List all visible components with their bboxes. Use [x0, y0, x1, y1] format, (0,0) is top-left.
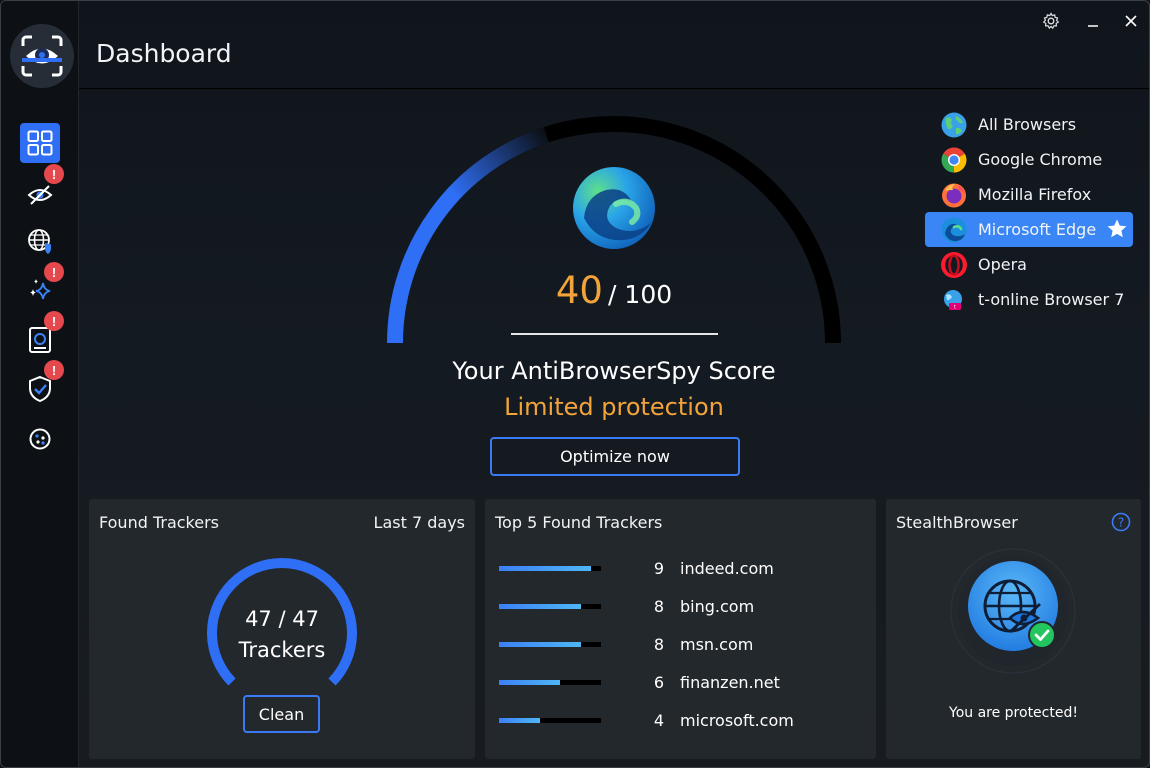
tracker-row: 8 msn.com: [499, 635, 859, 655]
tracker-domain: indeed.com: [680, 559, 774, 578]
period-label: Last 7 days: [373, 513, 465, 532]
score-value: 40: [555, 269, 603, 312]
check-circle-icon: [1028, 621, 1056, 649]
stealth-browser-card: StealthBrowser ? You are protected!: [886, 499, 1141, 759]
browser-item-opera[interactable]: Opera: [925, 247, 1133, 282]
help-icon[interactable]: ?: [1111, 512, 1131, 532]
sidebar-item-privacy[interactable]: !: [20, 164, 64, 213]
browser-list: All Browsers Google Chrome Mozilla Firef…: [925, 107, 1133, 317]
tracker-count: 4: [653, 711, 665, 730]
clean-button[interactable]: Clean: [243, 695, 320, 733]
tracker-row: 6 finanzen.net: [499, 673, 859, 693]
star-icon: [1107, 219, 1127, 238]
optimize-button[interactable]: Optimize now: [490, 437, 740, 476]
tracker-domain: finanzen.net: [680, 673, 780, 692]
score-divider: [511, 333, 718, 335]
close-icon: [1125, 15, 1137, 27]
card-title: Top 5 Found Trackers: [495, 513, 663, 532]
sidebar-item-identity[interactable]: !: [20, 311, 64, 360]
tracker-bar-fill: [499, 680, 561, 685]
eye-scan-logo-icon: [21, 35, 63, 77]
page-title: Dashboard: [96, 39, 232, 68]
sidebar-item-web[interactable]: [20, 221, 60, 261]
browser-item-t-online[interactable]: t t-online Browser 7: [925, 282, 1133, 317]
alert-badge: !: [44, 360, 64, 380]
card-title: Found Trackers: [99, 513, 219, 532]
found-trackers-card: Found Trackers Last 7 days 47 / 47 Track…: [89, 499, 475, 759]
tracker-count: 8: [653, 635, 665, 654]
tracker-count: 47 / 47: [245, 607, 319, 631]
card-title: StealthBrowser: [896, 513, 1018, 532]
opera-icon: [941, 251, 967, 278]
tracker-unit: Trackers: [238, 638, 326, 662]
sidebar: ! ! ! !: [1, 1, 79, 767]
top-trackers-card: Top 5 Found Trackers 9 indeed.com 8 bing…: [485, 499, 876, 759]
globe-shield-icon: [28, 229, 51, 254]
score-readout: 40 / 100: [381, 269, 847, 312]
app-logo: [10, 24, 74, 88]
browser-label: Microsoft Edge: [978, 220, 1097, 239]
sidebar-item-cookies[interactable]: [20, 419, 60, 459]
tracker-bar: [499, 680, 601, 685]
cookie-icon: [29, 428, 51, 450]
browser-item-edge[interactable]: Microsoft Edge: [925, 212, 1133, 247]
tracker-domain: microsoft.com: [680, 711, 794, 730]
browser-label: t-online Browser 7: [978, 290, 1125, 309]
header-divider: [79, 88, 1149, 89]
gear-icon: [1042, 12, 1060, 30]
browser-label: All Browsers: [978, 115, 1077, 134]
score-max: / 100: [608, 280, 673, 309]
tracker-count: 9: [653, 559, 665, 578]
browser-item-firefox[interactable]: Mozilla Firefox: [925, 177, 1133, 212]
tracker-bar: [499, 566, 601, 571]
tracker-bar: [499, 604, 601, 609]
svg-text:t: t: [954, 304, 956, 310]
alert-badge: !: [44, 164, 64, 184]
tracker-row: 4 microsoft.com: [499, 711, 859, 731]
t-online-icon: t: [944, 289, 962, 310]
alert-badge: !: [44, 311, 64, 331]
protection-status: Limited protection: [504, 393, 724, 421]
score-gauge: [387, 116, 841, 344]
edge-logo-icon: [573, 167, 655, 249]
tracker-row: 9 indeed.com: [499, 559, 859, 579]
sidebar-item-dashboard[interactable]: [20, 123, 60, 163]
stealth-shield-graphic: [950, 548, 1076, 674]
minimize-button[interactable]: [1081, 9, 1105, 33]
app-window: ! ! ! ! Dashboard 40 / 100 Your AntiBrow…: [0, 0, 1150, 768]
tracker-count: 6: [653, 673, 665, 692]
browser-label: Google Chrome: [978, 150, 1103, 169]
chrome-icon: [941, 147, 967, 172]
edge-icon: [941, 217, 967, 242]
close-button[interactable]: [1119, 9, 1143, 33]
score-title: Your AntiBrowserSpy Score: [452, 357, 776, 385]
sidebar-item-cleaner[interactable]: !: [20, 262, 64, 311]
tracker-bar-fill: [499, 566, 591, 571]
tracker-bar-fill: [499, 718, 540, 723]
tracker-bar-fill: [499, 604, 581, 609]
settings-button[interactable]: [1039, 9, 1063, 33]
globe-icon: [941, 112, 967, 137]
tracker-domain: msn.com: [680, 635, 754, 654]
tracker-bar: [499, 642, 601, 647]
tracker-row: 8 bing.com: [499, 597, 859, 617]
alert-badge: !: [44, 262, 64, 282]
browser-label: Mozilla Firefox: [978, 185, 1092, 204]
tracker-count: 8: [653, 597, 665, 616]
grid-icon: [27, 130, 53, 156]
browser-item-all[interactable]: All Browsers: [925, 107, 1133, 142]
browser-label: Opera: [978, 255, 1027, 274]
tracker-bar-fill: [499, 642, 581, 647]
browser-item-chrome[interactable]: Google Chrome: [925, 142, 1133, 177]
svg-text:?: ?: [1118, 516, 1124, 530]
tracker-bar: [499, 718, 601, 723]
firefox-icon: [942, 183, 966, 207]
tracker-domain: bing.com: [680, 597, 755, 616]
minimize-icon: [1088, 25, 1098, 27]
sidebar-item-protection[interactable]: !: [20, 360, 64, 409]
stealth-status: You are protected!: [949, 705, 1078, 721]
